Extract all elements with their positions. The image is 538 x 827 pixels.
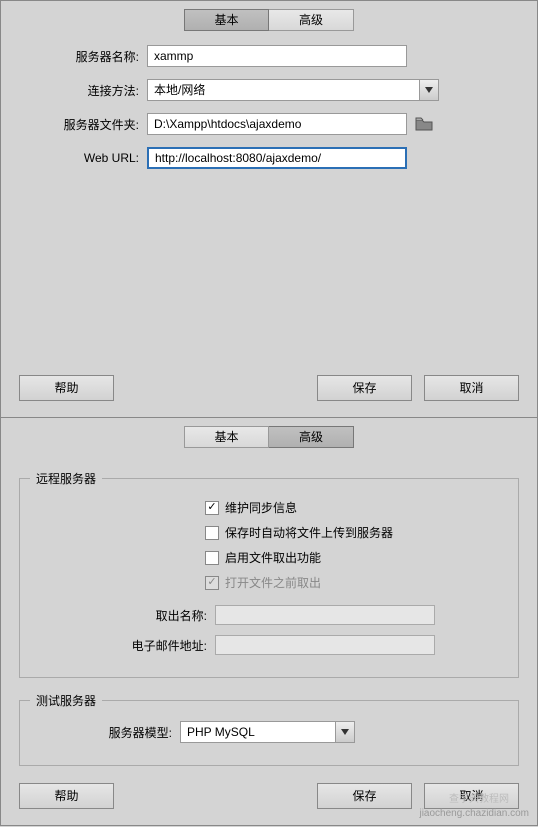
tab-advanced[interactable]: 高级 [269,9,354,31]
save-button[interactable]: 保存 [317,783,412,809]
server-model-value: PHP MySQL [180,721,355,743]
remote-server-group: 远程服务器 维护同步信息 保存时自动将文件上传到服务器 启用文件取出功能 打开文… [19,470,519,678]
chevron-down-icon[interactable] [335,721,355,743]
connect-method-label: 连接方法: [19,82,147,99]
tab-basic[interactable]: 基本 [184,426,269,448]
connect-method-row: 连接方法: 本地/网络 [1,79,537,101]
connect-method-value: 本地/网络 [147,79,439,101]
web-url-label: Web URL: [19,151,147,165]
help-button[interactable]: 帮助 [19,375,114,401]
checkout-before-open-label: 打开文件之前取出 [225,574,321,591]
maintain-sync-row: 维护同步信息 [30,499,508,516]
watermark-text-2: 查字典教程网 [449,790,509,805]
checkout-before-open-row: 打开文件之前取出 [30,574,508,591]
server-model-select[interactable]: PHP MySQL [180,721,355,743]
email-row: 电子邮件地址: [30,635,508,655]
enable-checkout-row: 启用文件取出功能 [30,549,508,566]
basic-settings-panel: 基本 高级 服务器名称: 连接方法: 本地/网络 服务器文件夹: Web URL… [0,0,538,418]
auto-upload-checkbox[interactable] [205,526,219,540]
checkout-name-row: 取出名称: [30,605,508,625]
cancel-button[interactable]: 取消 [424,375,519,401]
email-label: 电子邮件地址: [30,637,215,654]
tab-basic[interactable]: 基本 [184,9,269,31]
connect-method-select[interactable]: 本地/网络 [147,79,439,101]
web-url-row: Web URL: [1,147,537,169]
auto-upload-label: 保存时自动将文件上传到服务器 [225,524,393,541]
server-name-label: 服务器名称: [19,48,147,65]
chevron-down-icon[interactable] [419,79,439,101]
server-folder-label: 服务器文件夹: [19,116,147,133]
web-url-input[interactable] [147,147,407,169]
watermark-text: jiaocheng.chazidian.com [419,808,529,819]
email-input [215,635,435,655]
server-name-row: 服务器名称: [1,45,537,67]
enable-checkout-checkbox[interactable] [205,551,219,565]
server-name-input[interactable] [147,45,407,67]
checkout-before-open-checkbox [205,576,219,590]
test-server-group: 测试服务器 服务器模型: PHP MySQL [19,692,519,766]
advanced-settings-panel: 基本 高级 远程服务器 维护同步信息 保存时自动将文件上传到服务器 启用文件取出… [0,418,538,826]
server-folder-input[interactable] [147,113,407,135]
top-tab-bar: 基本 高级 [1,1,537,45]
checkout-name-label: 取出名称: [30,607,215,624]
enable-checkout-label: 启用文件取出功能 [225,549,321,566]
test-server-legend: 测试服务器 [30,692,102,709]
save-button[interactable]: 保存 [317,375,412,401]
folder-browse-icon[interactable] [415,116,433,132]
tab-advanced[interactable]: 高级 [269,426,354,448]
bottom-tab-bar: 基本 高级 [1,418,537,462]
auto-upload-row: 保存时自动将文件上传到服务器 [30,524,508,541]
server-model-row: 服务器模型: PHP MySQL [30,721,508,743]
maintain-sync-checkbox[interactable] [205,501,219,515]
help-button[interactable]: 帮助 [19,783,114,809]
remote-server-legend: 远程服务器 [30,470,102,487]
maintain-sync-label: 维护同步信息 [225,499,297,516]
server-folder-row: 服务器文件夹: [1,113,537,135]
server-model-label: 服务器模型: [30,724,180,741]
checkout-name-input [215,605,435,625]
top-button-row: 帮助 保存 取消 [1,375,537,417]
